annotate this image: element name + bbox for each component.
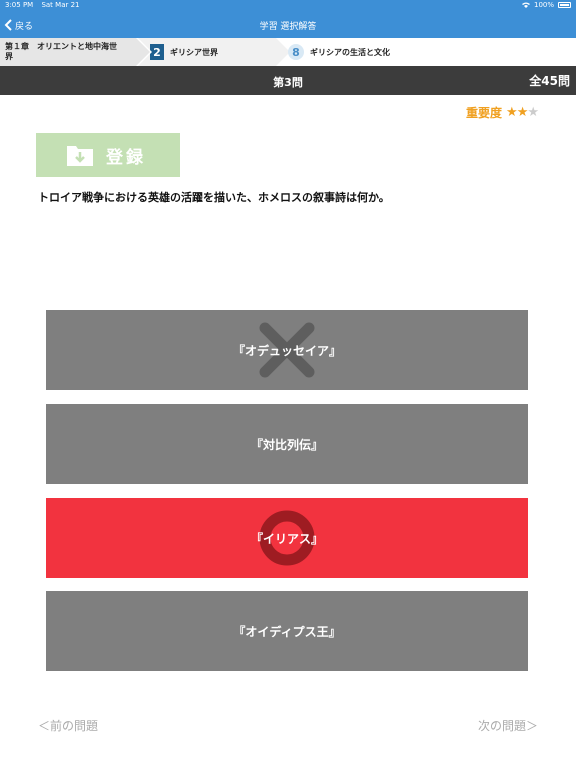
chapter-label: 第１章 オリエントと地中海世界 [5, 42, 117, 61]
next-question-button[interactable]: 次の問題＞ [478, 717, 538, 734]
breadcrumb-subsection: 8 ギリシアの生活と文化 [280, 38, 576, 66]
navigation-bar: 戻る 学習 選択解答 [0, 12, 576, 38]
battery-icon [558, 2, 571, 8]
status-bar: 3:05 PM Sat Mar 21 100% [0, 0, 576, 12]
importance-rating: 重要度 ★★★ [466, 104, 539, 121]
question-total: 全45問 [529, 74, 570, 88]
subsection-label: ギリシアの生活と文化 [310, 47, 390, 57]
register-button[interactable]: 登録 [36, 133, 180, 177]
section-number: 2 [150, 44, 164, 60]
breadcrumb-section: 2 ギリシア世界 [138, 38, 290, 66]
star-empty-icon: ★ [527, 105, 539, 120]
folder-download-icon [67, 146, 93, 166]
question-header: 第3問 全45問 [0, 66, 576, 95]
star-rating-icon: ★★★ [506, 105, 539, 120]
choice-label: 『対比列伝』 [250, 437, 323, 452]
status-date: Sat Mar 21 [41, 1, 80, 9]
section-label: ギリシア世界 [170, 47, 218, 57]
screen-title: 学習 選択解答 [259, 22, 317, 32]
choice-button-3[interactable]: 『イリアス』 [46, 498, 528, 578]
choice-label: 『オイディプス王』 [233, 624, 341, 639]
question-text: トロイア戦争における英雄の活躍を描いた、ホメロスの叙事詩は何か。 [38, 191, 390, 204]
star-filled-icon: ★ [506, 105, 518, 120]
status-time: 3:05 PM [5, 1, 34, 9]
breadcrumb: 第１章 オリエントと地中海世界 2 ギリシア世界 8 ギリシアの生活と文化 [0, 38, 576, 66]
breadcrumb-chapter: 第１章 オリエントと地中海世界 [0, 38, 150, 66]
choice-button-4[interactable]: 『オイディプス王』 [46, 591, 528, 671]
star-filled-icon: ★ [516, 105, 529, 120]
importance-label: 重要度 [466, 106, 503, 120]
choice-button-2[interactable]: 『対比列伝』 [46, 404, 528, 484]
wifi-icon [521, 2, 530, 8]
previous-question-button[interactable]: ＜前の問題 [38, 717, 98, 734]
choice-button-1[interactable]: 『オデュッセイア』 [46, 310, 528, 390]
choice-label: 『オデュッセイア』 [232, 343, 341, 358]
register-label: 登録 [106, 147, 146, 168]
subsection-number: 8 [288, 44, 304, 60]
question-number: 第3問 [273, 76, 303, 89]
battery-percent: 100% [533, 1, 554, 9]
choice-label: 『イリアス』 [250, 531, 323, 546]
